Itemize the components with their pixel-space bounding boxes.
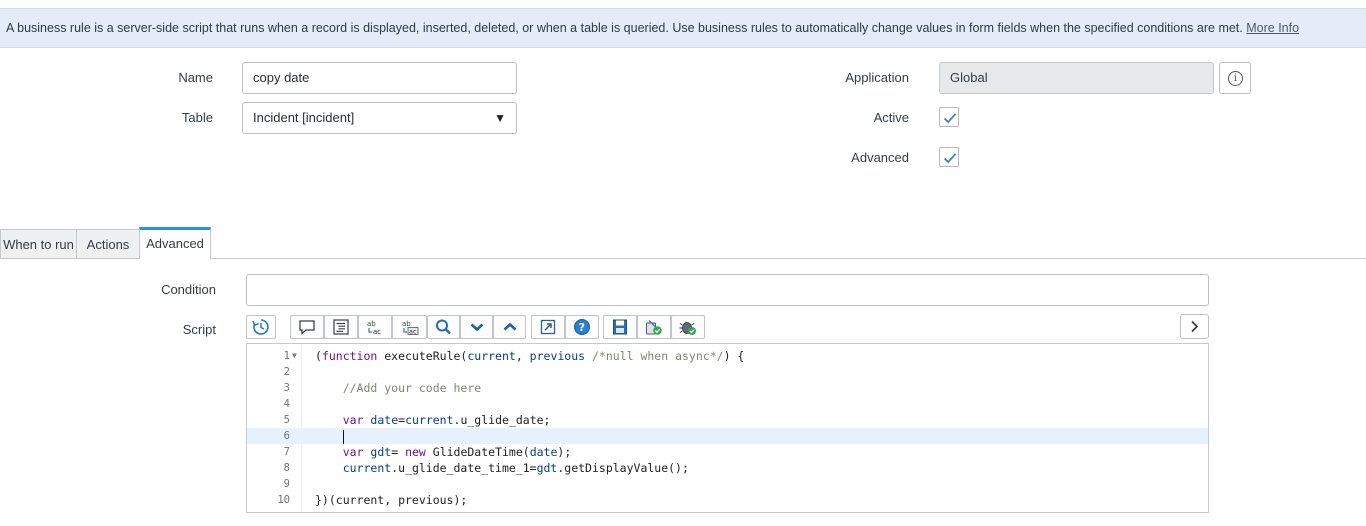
svg-text:ab: ab <box>367 320 376 328</box>
expand-right-icon <box>1191 320 1199 333</box>
fullscreen-button[interactable] <box>531 315 565 339</box>
table-select[interactable]: Incident [incident] ▼ <box>242 102 517 134</box>
search-icon <box>436 319 451 335</box>
active-label: Active <box>873 110 909 125</box>
table-label: Table <box>181 110 213 125</box>
line-number: 10 <box>277 494 290 506</box>
next-match-button[interactable] <box>460 315 493 339</box>
name-input[interactable]: copy date <box>242 62 517 94</box>
replace-icon: ab ac <box>367 320 381 336</box>
script-editor[interactable]: 1 ▼ (function executeRule(current, previou… <box>246 343 1209 513</box>
code-text: //Add your code here <box>342 381 482 395</box>
line-number: 5 <box>283 414 290 426</box>
save-button[interactable] <box>603 315 637 339</box>
condition-label: Condition <box>161 282 216 297</box>
debug-button[interactable] <box>671 315 705 339</box>
script-label: Script <box>182 322 216 337</box>
replace-all-button[interactable]: ab ac <box>392 315 427 339</box>
code-line[interactable]: 7 var gdt= new GlideDateTime(date); <box>247 444 1208 460</box>
code-text: (function executeRule(current, previous … <box>315 349 745 363</box>
code-line[interactable]: 9 <box>247 476 1208 492</box>
line-number: 6 <box>283 430 290 442</box>
code-line[interactable]: 5 var date=current.u_glide_date; <box>247 412 1208 428</box>
svg-text:?: ? <box>579 321 585 334</box>
code-text: current.u_glide_date_time_1=gdt.getDispl… <box>342 461 689 475</box>
code-line[interactable]: 1 ▼ (function executeRule(current, previou… <box>247 348 1208 364</box>
history-icon <box>252 319 269 335</box>
line-number: 1 <box>283 350 290 362</box>
help-button[interactable]: ? <box>565 315 599 339</box>
code-line[interactable]: 10 })(current, previous); <box>247 492 1208 508</box>
syntax-check-icon <box>646 320 662 335</box>
line-number: 8 <box>283 462 290 474</box>
code-text: })(current, previous); <box>315 493 468 507</box>
help-icon: ? <box>574 319 590 335</box>
next-match-icon <box>470 323 484 332</box>
tab-actions[interactable]: Actions <box>76 229 140 259</box>
code-text: var gdt= new GlideDateTime(date); <box>342 445 572 459</box>
info-banner: A business rule is a server-side script … <box>0 8 1366 48</box>
expand-editor-button[interactable] <box>1180 314 1209 339</box>
line-number: 7 <box>283 446 290 458</box>
history-button[interactable] <box>246 315 276 339</box>
tab-when-to-run[interactable]: When to run <box>0 229 77 259</box>
more-info-link[interactable]: More Info <box>1246 21 1299 35</box>
previous-match-icon <box>503 322 517 331</box>
debug-icon <box>679 322 696 335</box>
checkmark-icon <box>943 113 957 124</box>
format-code-icon <box>333 319 349 335</box>
condition-input[interactable] <box>246 274 1209 306</box>
code-line[interactable]: 6 <box>247 428 1208 444</box>
name-label: Name <box>178 70 213 85</box>
code-line[interactable]: 8 current.u_glide_date_time_1=gdt.getDis… <box>247 460 1208 476</box>
advanced-label: Advanced <box>851 150 909 165</box>
tab-advanced[interactable]: Advanced <box>139 227 211 259</box>
save-icon <box>613 319 627 335</box>
syntax-check-button[interactable] <box>637 315 671 339</box>
line-number: 3 <box>283 382 290 394</box>
previous-match-button[interactable] <box>493 315 526 339</box>
application-label: Application <box>845 70 909 85</box>
format-code-button[interactable] <box>324 315 358 339</box>
info-icon: i <box>1228 71 1243 86</box>
comment-icon <box>299 320 315 335</box>
checkmark-icon <box>943 153 957 164</box>
comment-button[interactable] <box>290 315 324 339</box>
line-number: 4 <box>283 398 290 410</box>
code-line[interactable]: 4 <box>247 396 1208 412</box>
table-select-value: Incident [incident] <box>253 110 355 125</box>
application-info-button[interactable]: i <box>1219 62 1251 94</box>
code-line[interactable]: 2 <box>247 364 1208 380</box>
active-checkbox[interactable] <box>939 107 959 127</box>
fullscreen-icon <box>540 319 556 335</box>
line-number: 2 <box>283 366 290 378</box>
svg-text:ac: ac <box>409 328 417 336</box>
replace-all-icon: ab ac <box>402 320 419 336</box>
code-text: var date=current.u_glide_date; <box>342 413 551 427</box>
replace-button[interactable]: ab ac <box>358 315 392 339</box>
info-banner-text: A business rule is a server-side script … <box>6 21 1243 35</box>
fold-toggle-icon[interactable]: ▼ <box>292 348 297 364</box>
line-number: 9 <box>283 478 290 490</box>
application-field: Global <box>939 62 1214 94</box>
chevron-down-icon: ▼ <box>494 111 506 125</box>
svg-text:ac: ac <box>373 328 381 336</box>
advanced-checkbox[interactable] <box>939 147 959 167</box>
code-line[interactable]: 3 //Add your code here <box>247 380 1208 396</box>
search-button[interactable] <box>427 315 460 339</box>
section-tabs: When to run Actions Advanced <box>0 227 1366 259</box>
tab-divider <box>211 258 1366 259</box>
code-text <box>315 428 344 444</box>
